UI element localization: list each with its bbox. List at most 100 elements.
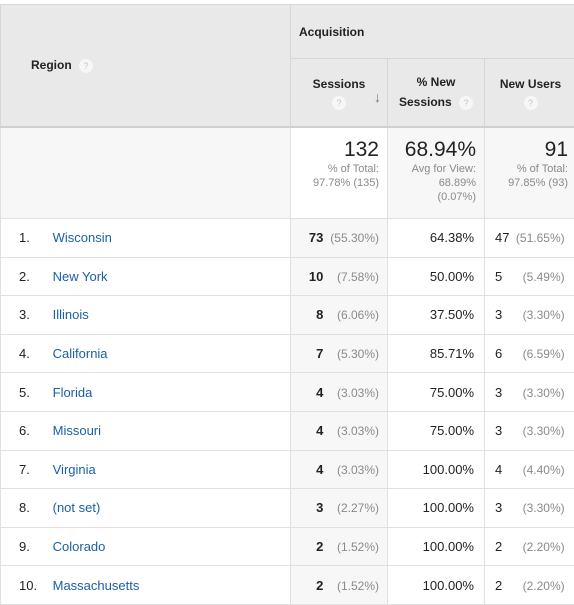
table-row: 3. Illinois 8 (6.06%) 37.50% 3 (3.30%) bbox=[1, 296, 574, 335]
new-users-percent: (6.59%) bbox=[515, 347, 565, 361]
table-row: 5. Florida 4 (3.03%) 75.00% 3 (3.30%) bbox=[1, 373, 574, 412]
totals-new-sessions-avg: 68.89% bbox=[392, 176, 476, 190]
sessions-header-label: Sessions bbox=[313, 77, 366, 91]
sessions-value: 8 bbox=[316, 307, 323, 322]
region-link[interactable]: California bbox=[53, 346, 108, 361]
sessions-percent: (7.58%) bbox=[327, 270, 379, 284]
region-link[interactable]: Florida bbox=[53, 385, 93, 400]
totals-new-users-caption: % of Total: bbox=[489, 162, 568, 176]
new-sessions-pct-value: 100.00% bbox=[423, 500, 474, 515]
sessions-cell: 4 (3.03%) bbox=[291, 411, 388, 450]
new-users-value: 3 bbox=[495, 500, 511, 515]
totals-sessions-detail: 97.78% (135) bbox=[295, 176, 379, 190]
sessions-percent: (6.06%) bbox=[327, 308, 379, 322]
totals-new-users-cell: 91 % of Total: 97.85% (93) bbox=[485, 127, 574, 219]
sessions-cell: 10 (7.58%) bbox=[291, 257, 388, 296]
new-users-value: 47 bbox=[495, 230, 511, 245]
region-cell: 3. Illinois bbox=[1, 296, 291, 335]
new-users-cell: 47 (51.65%) bbox=[485, 219, 574, 258]
region-cell: 1. Wisconsin bbox=[1, 219, 291, 258]
totals-new-sessions-delta: (0.07%) bbox=[392, 190, 476, 204]
new-users-percent: (51.65%) bbox=[515, 231, 565, 245]
totals-new-sessions-caption: Avg for View: bbox=[392, 162, 476, 176]
region-cell: 6. Missouri bbox=[1, 411, 291, 450]
sessions-cell: 8 (6.06%) bbox=[291, 296, 388, 335]
new-sessions-pct-cell: 100.00% bbox=[388, 489, 485, 528]
totals-sessions-cell: 132 % of Total: 97.78% (135) bbox=[291, 127, 388, 219]
table-row: 7. Virginia 4 (3.03%) 100.00% 4 (4.40%) bbox=[1, 450, 574, 489]
new-users-percent: (3.30%) bbox=[515, 308, 565, 322]
totals-new-sessions-value: 68.94% bbox=[392, 138, 476, 162]
sessions-cell: 73 (55.30%) bbox=[291, 219, 388, 258]
sessions-cell: 7 (5.30%) bbox=[291, 334, 388, 373]
region-link[interactable]: New York bbox=[53, 269, 108, 284]
region-link[interactable]: Virginia bbox=[53, 462, 96, 477]
new-users-value: 2 bbox=[495, 578, 511, 593]
new-users-percent: (3.30%) bbox=[515, 386, 565, 400]
row-index: 8. bbox=[19, 500, 49, 515]
new-sessions-pct-value: 100.00% bbox=[423, 462, 474, 477]
new-users-percent: (3.30%) bbox=[515, 424, 565, 438]
table-row: 8. (not set) 3 (2.27%) 100.00% 3 (3.30%) bbox=[1, 489, 574, 528]
region-cell: 4. California bbox=[1, 334, 291, 373]
sessions-percent: (55.30%) bbox=[327, 231, 379, 245]
totals-row: 132 % of Total: 97.78% (135) 68.94% Avg … bbox=[1, 127, 574, 219]
sessions-percent: (2.27%) bbox=[327, 501, 379, 515]
new-users-value: 5 bbox=[495, 269, 511, 284]
sessions-cell: 2 (1.52%) bbox=[291, 527, 388, 566]
row-index: 9. bbox=[19, 539, 49, 554]
new-sessions-pct-value: 100.00% bbox=[423, 539, 474, 554]
sessions-percent: (5.30%) bbox=[327, 347, 379, 361]
totals-new-users-value: 91 bbox=[489, 138, 568, 162]
new-sessions-pct-cell: 75.00% bbox=[388, 411, 485, 450]
row-index: 6. bbox=[19, 423, 49, 438]
help-icon[interactable]: ? bbox=[79, 59, 93, 73]
sessions-value: 4 bbox=[316, 423, 323, 438]
region-link[interactable]: Illinois bbox=[53, 307, 89, 322]
help-icon[interactable]: ? bbox=[524, 96, 538, 110]
region-link[interactable]: Massachusetts bbox=[53, 578, 140, 593]
new-sessions-pct-value: 85.71% bbox=[430, 346, 474, 361]
row-index: 1. bbox=[19, 230, 49, 245]
new-sessions-pct-cell: 37.50% bbox=[388, 296, 485, 335]
sessions-value: 2 bbox=[316, 539, 323, 554]
sessions-cell: 4 (3.03%) bbox=[291, 450, 388, 489]
new-sessions-pct-cell: 64.38% bbox=[388, 219, 485, 258]
table-row: 6. Missouri 4 (3.03%) 75.00% 3 (3.30%) bbox=[1, 411, 574, 450]
region-cell: 2. New York bbox=[1, 257, 291, 296]
help-icon[interactable]: ? bbox=[332, 96, 346, 110]
region-report-table: Region ? Acquisition Sessions ? ↓ % New … bbox=[0, 4, 574, 605]
table-row: 1. Wisconsin 73 (55.30%) 64.38% 47 (51.6… bbox=[1, 219, 574, 258]
new-users-cell: 3 (3.30%) bbox=[485, 296, 574, 335]
region-link[interactable]: Colorado bbox=[53, 539, 106, 554]
sessions-percent: (3.03%) bbox=[327, 424, 379, 438]
sessions-percent: (1.52%) bbox=[327, 540, 379, 554]
region-column-header[interactable]: Region ? bbox=[1, 5, 291, 127]
new-sessions-pct-value: 75.00% bbox=[430, 423, 474, 438]
table-row: 4. California 7 (5.30%) 85.71% 6 (6.59%) bbox=[1, 334, 574, 373]
totals-sessions-value: 132 bbox=[295, 138, 379, 162]
new-users-column-header[interactable]: New Users ? bbox=[485, 59, 574, 127]
sessions-value: 3 bbox=[316, 500, 323, 515]
new-users-cell: 3 (3.30%) bbox=[485, 411, 574, 450]
region-link[interactable]: (not set) bbox=[53, 500, 101, 515]
sessions-percent: (3.03%) bbox=[327, 386, 379, 400]
region-link[interactable]: Wisconsin bbox=[53, 230, 112, 245]
new-users-header-label: New Users bbox=[500, 77, 561, 91]
sessions-value: 4 bbox=[316, 462, 323, 477]
region-cell: 7. Virginia bbox=[1, 450, 291, 489]
new-users-cell: 2 (2.20%) bbox=[485, 527, 574, 566]
sessions-value: 4 bbox=[316, 385, 323, 400]
new-users-percent: (2.20%) bbox=[515, 579, 565, 593]
sort-descending-icon[interactable]: ↓ bbox=[374, 87, 381, 107]
help-icon[interactable]: ? bbox=[459, 96, 473, 110]
row-index: 3. bbox=[19, 307, 49, 322]
sessions-column-header[interactable]: Sessions ? ↓ bbox=[291, 59, 388, 127]
new-sessions-header-line1: % New bbox=[417, 75, 456, 89]
new-sessions-pct-column-header[interactable]: % New Sessions ? bbox=[388, 59, 485, 127]
new-users-cell: 5 (5.49%) bbox=[485, 257, 574, 296]
sessions-cell: 4 (3.03%) bbox=[291, 373, 388, 412]
region-cell: 9. Colorado bbox=[1, 527, 291, 566]
region-link[interactable]: Missouri bbox=[53, 423, 101, 438]
new-sessions-pct-value: 37.50% bbox=[430, 307, 474, 322]
